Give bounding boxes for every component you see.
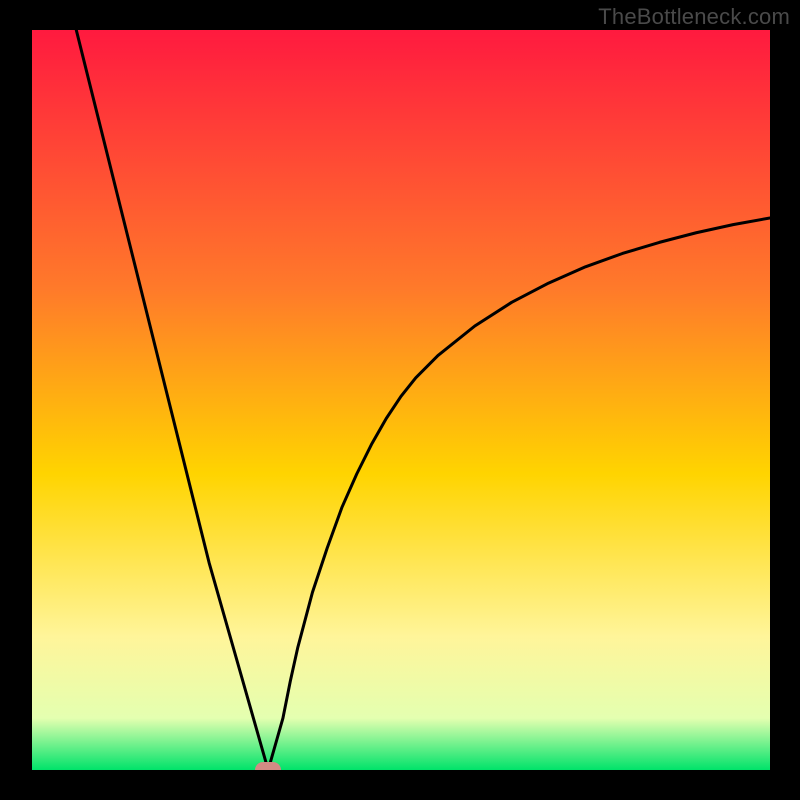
- chart-frame: TheBottleneck.com: [0, 0, 800, 800]
- chart-svg: [32, 30, 770, 770]
- watermark-text: TheBottleneck.com: [598, 4, 790, 30]
- plot-area: [32, 30, 770, 770]
- optimal-point-marker: [255, 762, 281, 770]
- gradient-background: [32, 30, 770, 770]
